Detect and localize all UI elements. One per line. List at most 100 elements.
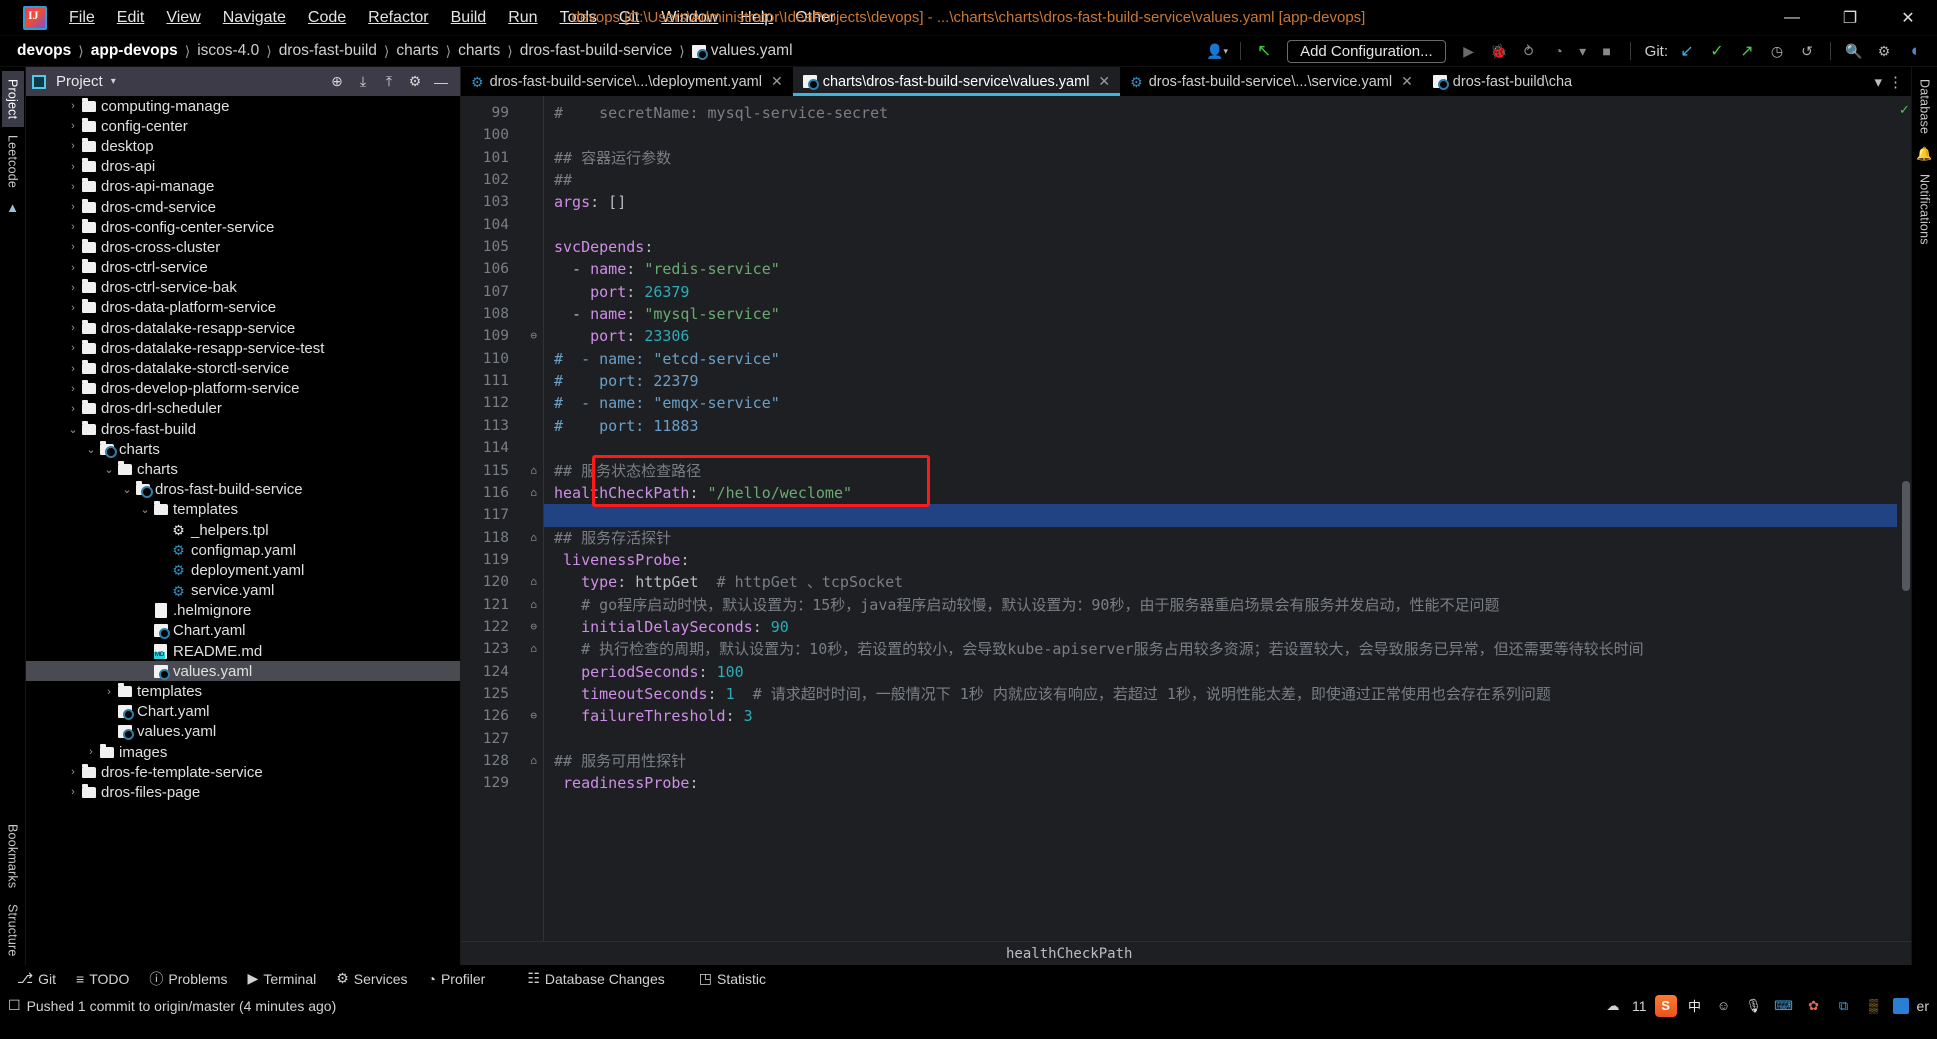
close-tab-icon[interactable]: ✕ <box>1098 73 1110 90</box>
tree-item[interactable]: › images <box>26 742 460 762</box>
sidebar-tab-notifications[interactable]: Notifications <box>1914 166 1936 253</box>
microphone-icon[interactable]: 🎙 <box>1743 996 1765 1016</box>
code-line[interactable]: - name: "mysql-service" <box>544 303 1897 325</box>
notifications-bell-icon[interactable]: 🔔 <box>1916 146 1932 162</box>
tree-item[interactable]: › computing-manage <box>26 96 460 116</box>
tree-item[interactable]: Chart.yaml <box>26 702 460 722</box>
line-number[interactable]: 114 <box>461 437 543 459</box>
debug-icon[interactable]: 🐞 <box>1486 39 1512 63</box>
project-file-tree[interactable]: › computing-manage › config-center › desktop ›… <box>26 96 460 965</box>
tree-item[interactable]: › dros-cross-cluster <box>26 237 460 257</box>
menu-git[interactable]: Git <box>608 5 650 31</box>
toolwindow-profiler[interactable]: ◔ Profiler <box>418 968 494 990</box>
line-number[interactable]: 103 <box>461 191 543 213</box>
line-number[interactable]: 126 ⊖ <box>461 705 543 727</box>
chevron-right-icon[interactable]: › <box>102 686 116 698</box>
toolbox-icon[interactable]: ✿ <box>1803 996 1825 1016</box>
code-fold-icon[interactable]: ⌂ <box>525 531 537 545</box>
project-view-chevron-down-icon[interactable]: ▾ <box>111 76 116 87</box>
tree-item[interactable]: › dros-ctrl-service-bak <box>26 278 460 298</box>
tree-item[interactable]: README.md <box>26 641 460 661</box>
line-number[interactable]: 104 <box>461 214 543 236</box>
line-number[interactable]: 117 <box>461 504 543 526</box>
code-line[interactable]: type: httpGet # httpGet 、tcpSocket <box>544 571 1897 593</box>
tree-item[interactable]: › dros-config-center-service <box>26 217 460 237</box>
menu-tools[interactable]: Tools <box>549 5 608 31</box>
profile-icon[interactable]: ◔ <box>1546 39 1572 63</box>
code-line[interactable]: ## 服务状态检查路径 <box>544 460 1897 482</box>
line-number[interactable]: 112 <box>461 392 543 414</box>
code-line[interactable]: # secretName: mysql-service-secret <box>544 102 1897 124</box>
menu-other[interactable]: Other <box>784 5 846 31</box>
tree-item[interactable]: › dros-datalake-storctl-service <box>26 358 460 378</box>
line-number[interactable]: 105 <box>461 236 543 258</box>
code-fold-icon[interactable]: ⌂ <box>525 575 537 589</box>
code-line[interactable]: ## 服务可用性探针 <box>544 750 1897 772</box>
chevron-right-icon[interactable]: › <box>66 100 80 112</box>
chevron-down-icon[interactable]: ▾ <box>1576 39 1590 63</box>
toolwindow-statistic[interactable]: ◳ Statistic <box>690 967 775 990</box>
chevron-down-icon[interactable]: ⌄ <box>138 503 152 516</box>
code-line[interactable]: healthCheckPath: "/hello/weclome" <box>544 482 1897 504</box>
tree-item[interactable]: › dros-fe-template-service <box>26 762 460 782</box>
code-line[interactable] <box>544 437 1897 459</box>
sogou-ime-icon[interactable]: S <box>1654 994 1677 1017</box>
chevron-right-icon[interactable]: › <box>66 403 80 415</box>
tree-item[interactable]: › dros-datalake-resapp-service <box>26 318 460 338</box>
tree-item[interactable]: › templates <box>26 681 460 701</box>
git-push-icon[interactable]: ↗ <box>1734 39 1760 63</box>
code-line[interactable]: livenessProbe: <box>544 549 1897 571</box>
menu-view[interactable]: View <box>155 5 211 31</box>
breadcrumb-item-values-yaml[interactable]: values.yaml <box>687 41 798 61</box>
chevron-right-icon[interactable]: › <box>66 120 80 132</box>
menu-window[interactable]: Window <box>650 5 729 31</box>
chevron-down-icon[interactable]: ⌄ <box>102 463 116 476</box>
line-number[interactable]: 99 <box>461 102 543 124</box>
git-history-icon[interactable]: ◷ <box>1764 39 1790 63</box>
expand-all-icon[interactable]: ⤓ <box>354 73 372 90</box>
chevron-right-icon[interactable]: › <box>66 363 80 375</box>
code-line[interactable]: ## 服务存活探针 <box>544 527 1897 549</box>
menu-code[interactable]: Code <box>297 5 357 31</box>
tree-item[interactable]: › config-center <box>26 116 460 136</box>
box-icon[interactable]: ⧉ <box>1833 996 1855 1016</box>
tree-item[interactable]: › dros-ctrl-service <box>26 258 460 278</box>
sidebar-tab-database[interactable]: Database <box>1914 71 1936 142</box>
inspection-status-icon[interactable]: ✓ <box>1899 102 1910 118</box>
code-line[interactable]: readinessProbe: <box>544 772 1897 794</box>
code-line[interactable]: # - name: "emqx-service" <box>544 392 1897 414</box>
status-message[interactable]: Pushed 1 commit to origin/master (4 minu… <box>27 998 337 1014</box>
code-line[interactable]: # port: 22379 <box>544 370 1897 392</box>
emoji-icon[interactable]: ☺ <box>1713 996 1735 1016</box>
code-line[interactable]: port: 26379 <box>544 281 1897 303</box>
tree-item[interactable]: › dros-cmd-service <box>26 197 460 217</box>
chevron-right-icon[interactable]: › <box>66 181 80 193</box>
code-fold-icon[interactable]: ⊖ <box>525 709 537 723</box>
sidebar-tab-bookmarks[interactable]: Bookmarks <box>2 816 24 896</box>
chevron-right-icon[interactable]: › <box>66 766 80 778</box>
user-avatar-icon[interactable]: 👤 ▾ <box>1204 39 1230 63</box>
close-tab-icon[interactable]: ✕ <box>771 73 783 90</box>
toolwindow-git[interactable]: ⎇ Git <box>8 967 65 990</box>
line-number[interactable]: 116 ⌂ <box>461 482 543 504</box>
line-number[interactable]: 124 <box>461 661 543 683</box>
line-number[interactable]: 100 <box>461 124 543 146</box>
ime-language-icon[interactable]: 中 <box>1685 996 1705 1015</box>
chevron-right-icon[interactable]: › <box>66 282 80 294</box>
code-line[interactable]: ## <box>544 169 1897 191</box>
line-number[interactable]: 118 ⌂ <box>461 527 543 549</box>
git-update-icon[interactable]: ↙ <box>1674 39 1700 63</box>
tree-item[interactable]: › dros-files-page <box>26 782 460 802</box>
code-fold-icon[interactable]: ⌂ <box>525 486 537 500</box>
code-line[interactable]: # port: 11883 <box>544 415 1897 437</box>
menu-refactor[interactable]: Refactor <box>357 5 439 31</box>
sidebar-tab-structure[interactable]: Structure <box>2 896 24 965</box>
editor-breadcrumb-path[interactable]: healthCheckPath <box>461 946 1132 962</box>
chevron-down-icon[interactable]: ⌄ <box>120 483 134 496</box>
toolwindow-services[interactable]: ⚙ Services <box>327 967 416 990</box>
code-line[interactable] <box>544 504 1897 527</box>
code-fold-icon[interactable]: ⌂ <box>525 464 537 478</box>
editor-vertical-scrollbar[interactable] <box>1902 481 1910 591</box>
chevron-right-icon[interactable]: › <box>66 241 80 253</box>
tree-item[interactable]: › dros-api <box>26 157 460 177</box>
